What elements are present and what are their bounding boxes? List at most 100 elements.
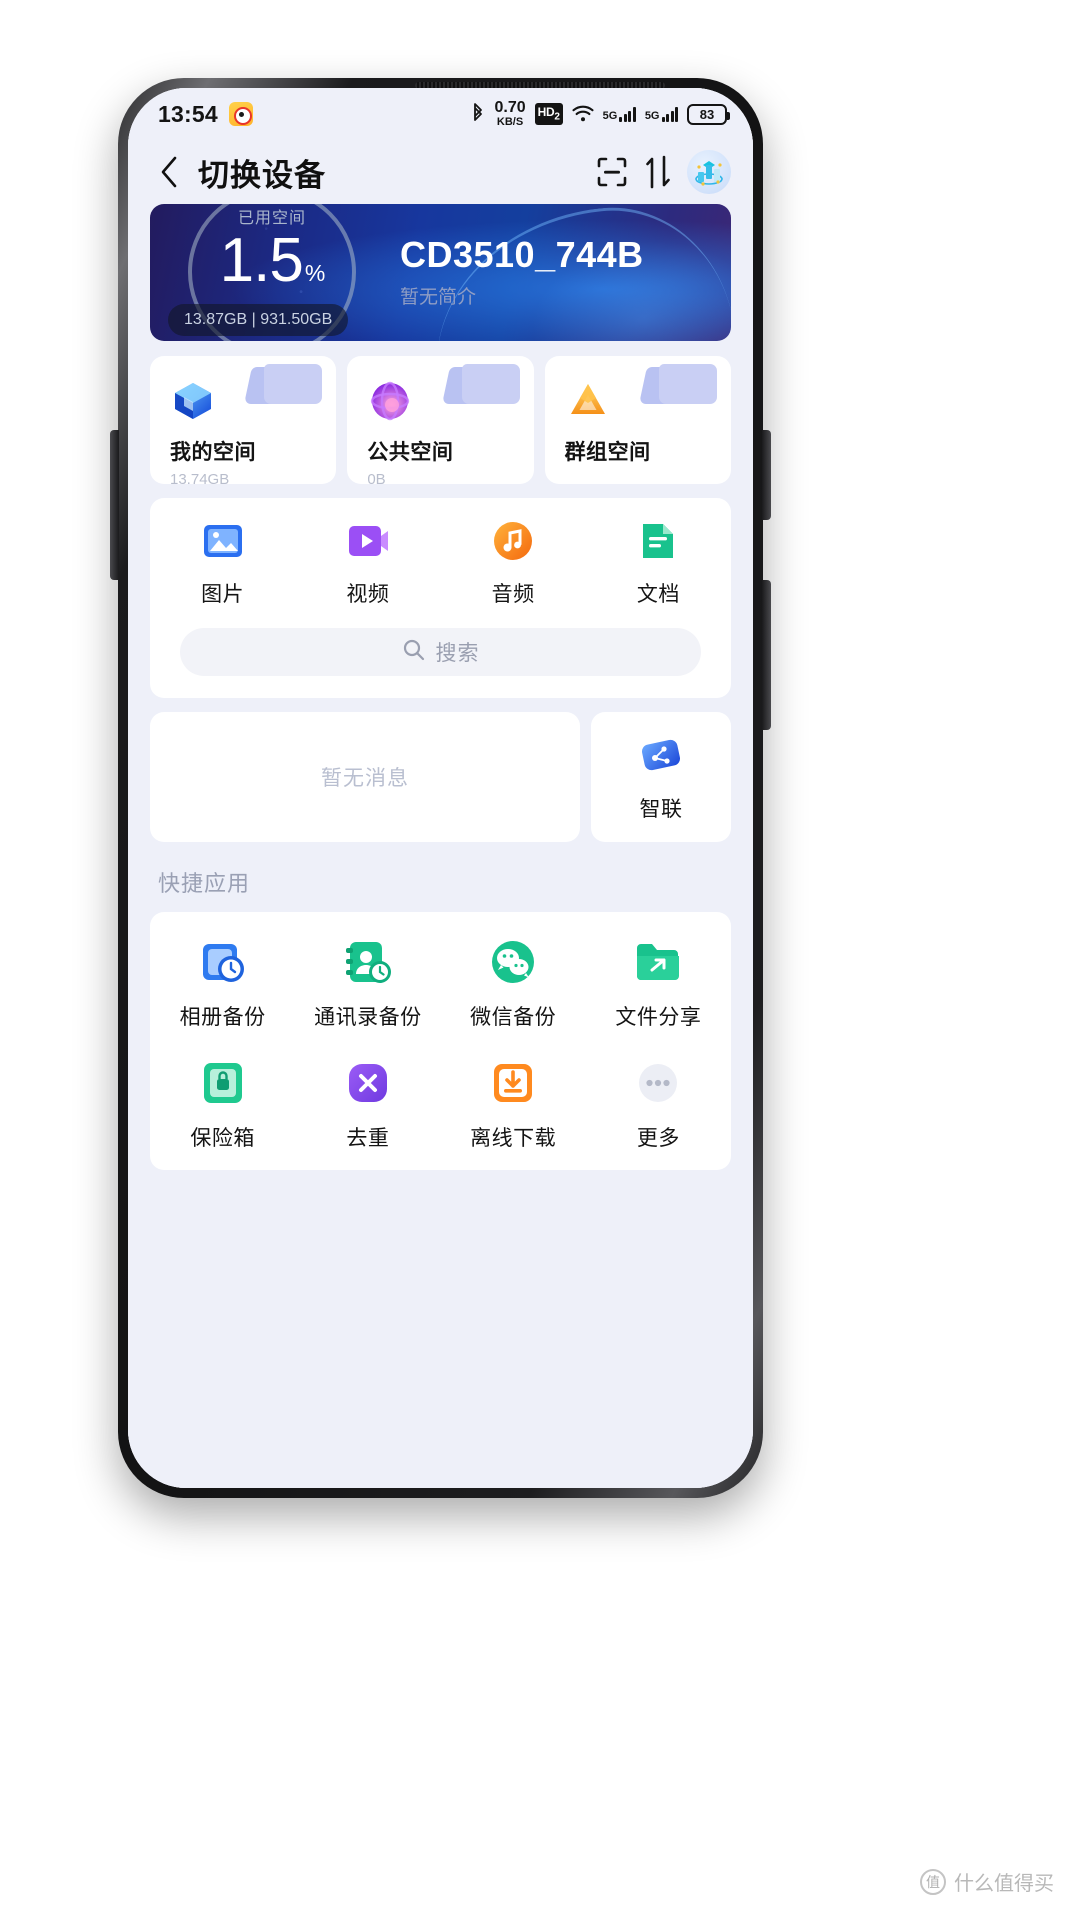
media-item-videos[interactable]: 视频 xyxy=(295,518,440,608)
device-hero-card[interactable]: 已用空间 1.5% 13.87GB | 931.50GB CD3510_744B… xyxy=(150,204,731,341)
status-time: 13:54 xyxy=(158,100,218,127)
status-bar-right: 0.70 KB/S HD2 5G 5G 83 xyxy=(471,100,730,128)
phone-button-power[interactable] xyxy=(762,580,771,730)
folder-name: 我的空间 xyxy=(170,441,256,464)
audio-icon xyxy=(490,518,536,564)
app-album-backup[interactable]: 相册备份 xyxy=(150,936,295,1031)
network-speed-unit: KB/S xyxy=(496,116,524,128)
network-nodes-icon xyxy=(638,732,684,783)
watermark-text: 什么值得买 xyxy=(954,1873,1054,1895)
bluetooth-icon xyxy=(471,103,485,125)
media-label: 文档 xyxy=(636,583,680,606)
app-label: 通讯录备份 xyxy=(314,1006,422,1029)
weibo-icon xyxy=(228,102,253,126)
orange-triangle-icon xyxy=(565,378,611,424)
blue-cube-icon xyxy=(170,378,216,424)
hd-voice-icon: HD2 xyxy=(534,103,563,125)
transfer-updown-icon[interactable] xyxy=(635,149,681,195)
media-item-audio[interactable]: 音频 xyxy=(441,518,586,608)
search-placeholder: 搜索 xyxy=(435,642,480,665)
media-label: 视频 xyxy=(346,583,390,606)
status-bar: 13:54 0.70 KB/S HD2 5G 5G 83 xyxy=(128,88,753,140)
folder-size: 13.74GB xyxy=(170,471,230,484)
status-bar-left: 13:54 xyxy=(158,101,253,128)
app-deduplicate[interactable]: 去重 xyxy=(295,1057,440,1152)
phone-button-left[interactable] xyxy=(110,430,119,580)
device-description: 暂无简介 xyxy=(400,287,477,308)
storage-gauge-label: 已用空间 xyxy=(237,210,306,227)
user-avatar-icon[interactable] xyxy=(687,150,731,194)
percent-symbol: % xyxy=(304,260,325,286)
back-button[interactable] xyxy=(154,156,184,188)
screenshot-stage: 13:54 0.70 KB/S HD2 5G 5G 83 切换设备 已用空间 1… xyxy=(0,0,1080,1920)
media-label: 图片 xyxy=(201,583,245,606)
app-file-share[interactable]: 文件分享 xyxy=(586,936,731,1031)
sim2-signal-icon: 5G xyxy=(645,106,678,123)
folder-shortcuts: 我的空间 13.74GB 公共空间 0B 群组空间 xyxy=(150,356,731,484)
app-label: 保险箱 xyxy=(190,1127,255,1150)
app-label: 更多 xyxy=(636,1127,680,1150)
media-category-row: 图片 视频 音频 文档 xyxy=(150,518,731,608)
folder-tab-decoration xyxy=(230,364,323,416)
zhilian-card[interactable]: 智联 xyxy=(591,712,731,842)
scroll-body: 已用空间 1.5% 13.87GB | 931.50GB CD3510_744B… xyxy=(128,204,753,1488)
album-backup-icon xyxy=(197,936,249,988)
media-item-documents[interactable]: 文档 xyxy=(586,518,731,608)
safe-box-icon xyxy=(197,1057,249,1109)
battery-indicator: 83 xyxy=(687,103,730,125)
more-dots-icon xyxy=(632,1057,684,1109)
app-label: 相册备份 xyxy=(179,1006,266,1029)
image-icon xyxy=(200,518,246,564)
battery-level: 83 xyxy=(699,106,715,122)
search-input[interactable]: 搜索 xyxy=(180,628,701,676)
device-name: CD3510_744B xyxy=(400,234,644,275)
scan-icon[interactable] xyxy=(589,149,635,195)
quick-apps-title: 快捷应用 xyxy=(158,871,251,896)
page-title: 切换设备 xyxy=(198,157,326,193)
phone-button-volume[interactable] xyxy=(762,430,771,520)
folder-card-group-space[interactable]: 群组空间 xyxy=(544,356,731,484)
app-more[interactable]: 更多 xyxy=(586,1057,731,1152)
app-wechat-backup[interactable]: 微信备份 xyxy=(441,936,586,1031)
storage-percent: 1.5% xyxy=(192,230,352,292)
sim1-signal-icon: 5G xyxy=(603,106,636,123)
file-share-icon xyxy=(632,936,684,988)
folder-card-public-space[interactable]: 公共空间 0B xyxy=(347,356,534,484)
storage-percent-value: 1.5 xyxy=(219,226,304,295)
wifi-icon xyxy=(572,105,594,123)
folder-tab-decoration xyxy=(625,364,717,416)
purple-orb-icon xyxy=(367,378,413,424)
network-speed: 0.70 KB/S xyxy=(494,100,525,128)
app-header: 切换设备 xyxy=(128,140,753,204)
media-category-card: 图片 视频 音频 文档 搜索 xyxy=(150,498,731,698)
folder-size: 0B xyxy=(367,471,386,484)
message-empty-card[interactable]: 暂无消息 xyxy=(150,712,580,842)
storage-gauge: 已用空间 1.5% xyxy=(188,204,356,341)
contacts-backup-icon xyxy=(342,936,394,988)
hero-curve-decoration xyxy=(421,204,731,341)
zhilian-label: 智联 xyxy=(639,797,683,821)
offline-download-icon xyxy=(487,1057,539,1109)
app-label: 离线下载 xyxy=(470,1127,557,1150)
app-label: 文件分享 xyxy=(615,1006,702,1029)
watermark-icon: 值 xyxy=(920,1868,946,1895)
quick-apps-card: 相册备份 通讯录备份 微信备份 文件分享 保险箱 去重 离线下载 更多 xyxy=(150,912,731,1170)
video-icon xyxy=(345,518,391,564)
app-offline-download[interactable]: 离线下载 xyxy=(441,1057,586,1152)
media-item-images[interactable]: 图片 xyxy=(150,518,295,608)
app-screen: 13:54 0.70 KB/S HD2 5G 5G 83 切换设备 已用空间 1… xyxy=(128,88,753,1488)
storage-detail-pill: 13.87GB | 931.50GB xyxy=(168,304,349,336)
folder-card-my-space[interactable]: 我的空间 13.74GB xyxy=(150,356,337,484)
hero-decoration xyxy=(428,204,731,341)
wechat-backup-icon xyxy=(487,936,539,988)
app-safe-box[interactable]: 保险箱 xyxy=(150,1057,295,1152)
media-label: 音频 xyxy=(491,583,535,606)
app-contacts-backup[interactable]: 通讯录备份 xyxy=(295,936,440,1031)
search-icon xyxy=(402,638,426,667)
folder-name: 群组空间 xyxy=(564,441,651,464)
deduplicate-icon xyxy=(342,1057,394,1109)
network-speed-value: 0.70 xyxy=(494,99,526,116)
watermark: 值 什么值得买 xyxy=(920,1867,1054,1896)
quick-apps-row-2: 保险箱 去重 离线下载 更多 xyxy=(150,1057,731,1152)
app-label: 去重 xyxy=(346,1127,390,1150)
